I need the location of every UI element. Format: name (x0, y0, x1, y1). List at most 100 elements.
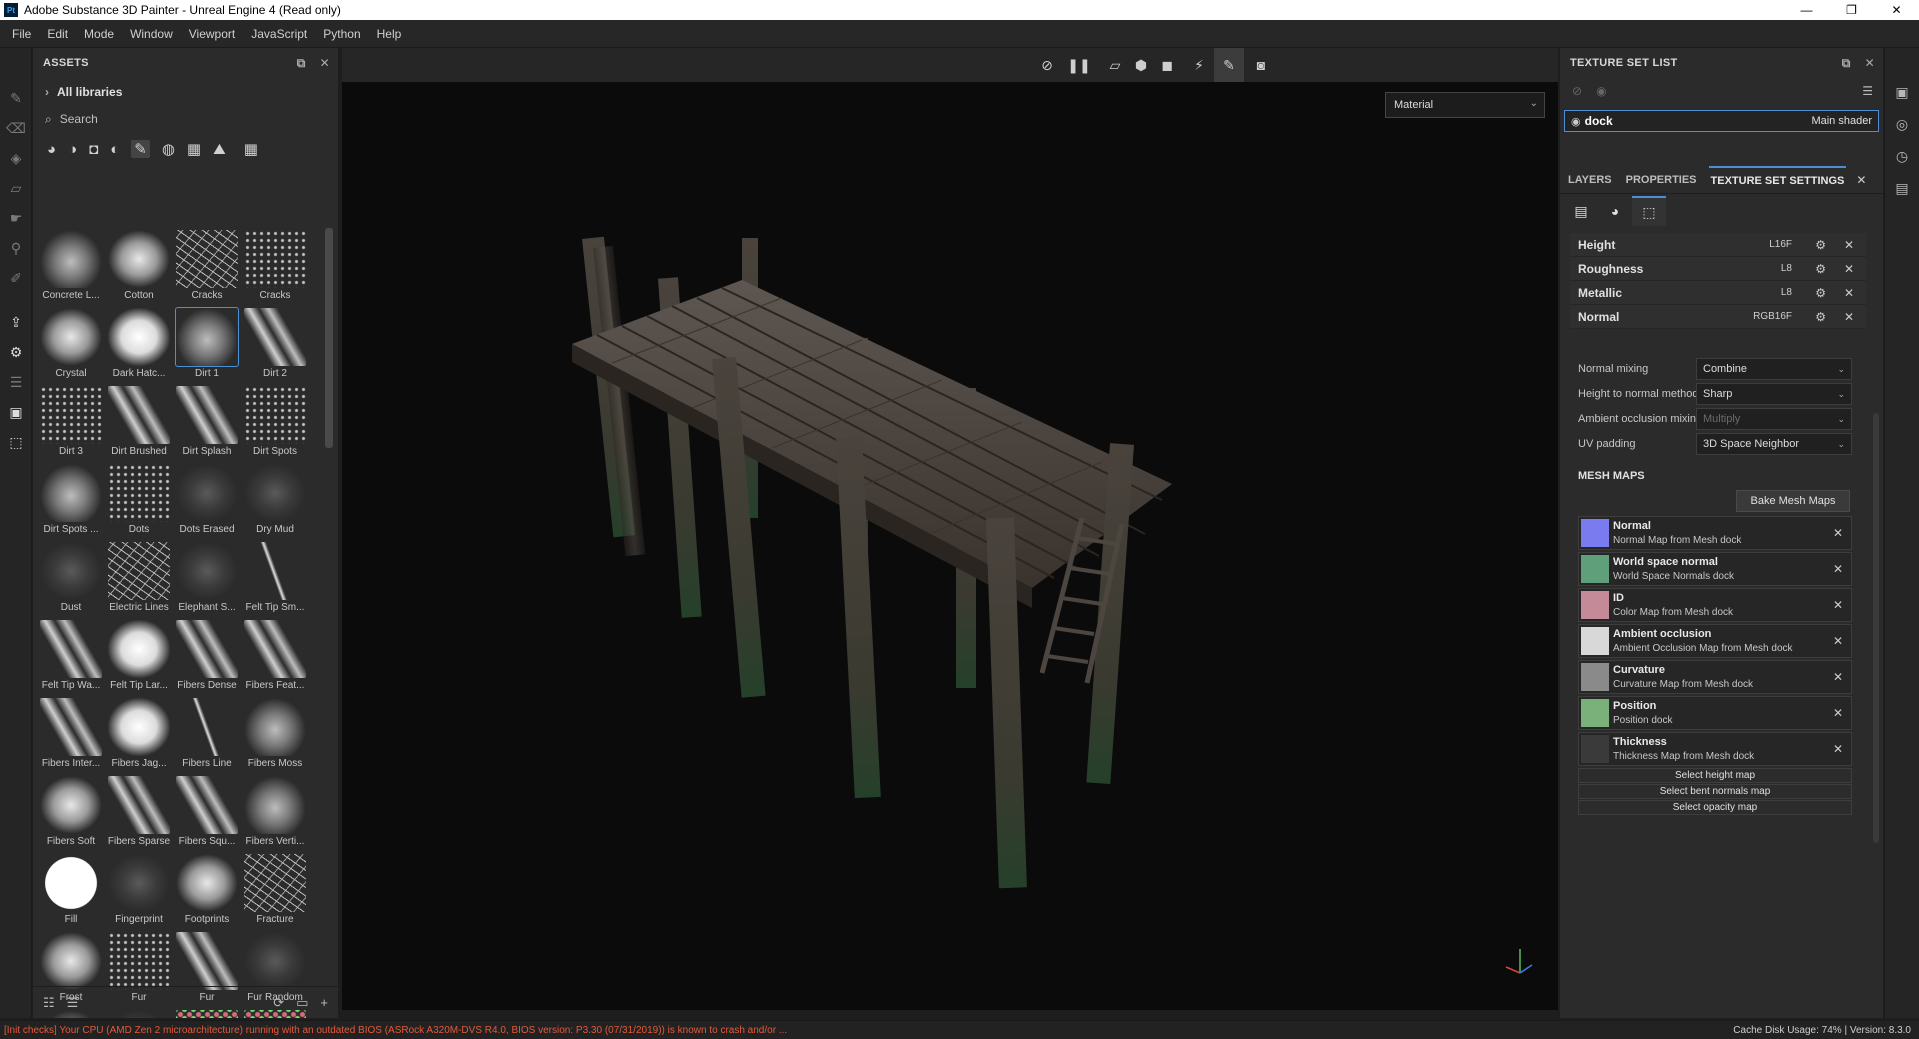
asset-item[interactable]: Dust (37, 540, 105, 618)
uv-padding-select[interactable]: 3D Space Neighbor ⌄ (1696, 433, 1852, 455)
paint-mode-icon[interactable]: ✎ (1214, 48, 1244, 82)
minimize-button[interactable]: — (1784, 0, 1829, 20)
history-icon[interactable]: ◷ (1885, 140, 1919, 172)
filter-list-icon[interactable]: ☷ (43, 995, 55, 1011)
tab-layers[interactable]: LAYERS (1566, 166, 1614, 194)
select-height-map-button[interactable]: Select height map (1578, 768, 1852, 783)
menu-python[interactable]: Python (315, 27, 368, 41)
asset-item[interactable]: Fibers Inter... (37, 696, 105, 774)
folder-icon[interactable]: ▭ (296, 995, 308, 1011)
color-picker-icon[interactable]: ✐ (0, 263, 32, 293)
channel-format[interactable]: RGB16F (1753, 311, 1792, 322)
hide-overlay-icon[interactable]: ⊘ (1032, 48, 1062, 82)
menu-window[interactable]: Window (122, 27, 181, 41)
eye-icon[interactable]: ◉ (1596, 84, 1606, 98)
asset-item[interactable]: Dirt 3 (37, 384, 105, 462)
asset-item[interactable]: Fibers Feat... (241, 618, 309, 696)
height-to-normal-select[interactable]: Sharp ⌄ (1696, 383, 1852, 405)
asset-item[interactable]: Dirt Brushed (105, 384, 173, 462)
viewport-mode-select[interactable]: Material ⌄ (1385, 92, 1545, 118)
asset-item[interactable]: Dirt Spots ... (37, 462, 105, 540)
channel-row[interactable]: Height L16F ⚙ ✕ (1570, 233, 1866, 257)
settings-scrollbar[interactable] (1873, 413, 1879, 843)
asset-item[interactable]: Electric Lines (105, 540, 173, 618)
eraser-icon[interactable]: ⌫ (0, 113, 32, 143)
select-bent-normals-map-button[interactable]: Select bent normals map (1578, 784, 1852, 799)
menu-viewport[interactable]: Viewport (181, 27, 243, 41)
gear-icon[interactable]: ⚙ (1815, 238, 1826, 252)
camera-icon[interactable]: ◼ (1152, 48, 1182, 82)
texture-set-row[interactable]: ◉ dock Main shader (1564, 110, 1879, 132)
menu-mode[interactable]: Mode (76, 27, 122, 41)
export-icon[interactable]: ⇪ (0, 307, 32, 337)
undock-icon[interactable]: ⧉ (1842, 56, 1851, 71)
mesh-map-row[interactable]: World space normal World Space Normals do… (1578, 552, 1852, 586)
smudge-icon[interactable]: ☛ (0, 203, 32, 233)
mesh-map-source[interactable]: Normal Map from Mesh dock (1613, 535, 1741, 546)
texture-set-subtab-icon[interactable]: ▤ (1564, 196, 1598, 226)
remove-icon[interactable]: ✕ (1833, 706, 1843, 720)
mesh-map-row[interactable]: Curvature Curvature Map from Mesh dock ✕ (1578, 660, 1852, 694)
asset-item[interactable]: Fracture (241, 852, 309, 930)
asset-item[interactable]: Fibers Line (173, 696, 241, 774)
mesh-map-row[interactable]: Ambient occlusion Ambient Occlusion Map f… (1578, 624, 1852, 658)
tab-properties[interactable]: PROPERTIES (1624, 166, 1699, 194)
asset-item[interactable]: Dry Mud (241, 462, 309, 540)
mesh-map-row[interactable]: Normal Normal Map from Mesh dock ✕ (1578, 516, 1852, 550)
mesh-map-source[interactable]: Position dock (1613, 715, 1672, 726)
paint-brush-icon[interactable]: ✎ (0, 83, 32, 113)
close-panel-icon[interactable]: ✕ (320, 56, 330, 70)
remove-icon[interactable]: ✕ (1833, 634, 1843, 648)
mesh-subtab-icon[interactable]: ⬚ (1632, 196, 1666, 226)
asset-item[interactable]: Footprints (173, 852, 241, 930)
asset-item[interactable]: Dirt 2 (241, 306, 309, 384)
remove-icon[interactable]: ✕ (1833, 670, 1843, 684)
display-settings-icon[interactable]: ◎ (1885, 108, 1919, 140)
screenshot-icon[interactable]: ◙ (1246, 48, 1276, 82)
mesh-map-source[interactable]: Curvature Map from Mesh dock (1613, 679, 1753, 690)
asset-item[interactable]: Fingerprint (105, 852, 173, 930)
menu-help[interactable]: Help (369, 27, 410, 41)
materials-filter-icon[interactable]: ◕ (47, 141, 56, 158)
masks-filter-icon[interactable]: ◘ (89, 141, 98, 158)
asset-item[interactable]: Fibers Soft (37, 774, 105, 852)
menu-javascript[interactable]: JavaScript (243, 27, 315, 41)
gear-icon[interactable]: ⚙ (1815, 286, 1826, 300)
asset-item[interactable]: Elephant S... (173, 540, 241, 618)
remove-icon[interactable]: ✕ (1833, 526, 1843, 540)
select-opacity-map-button[interactable]: Select opacity map (1578, 800, 1852, 815)
grid-view-icon[interactable]: ▦ (244, 140, 258, 158)
clone-stamp-icon[interactable]: ⚲ (0, 233, 32, 263)
close-tab-icon[interactable]: ✕ (1856, 173, 1866, 187)
shelf-icon[interactable]: ▣ (0, 397, 32, 427)
asset-item[interactable]: Fill (37, 852, 105, 930)
3d-viewport[interactable] (342, 48, 1558, 1010)
polygon-fill-icon[interactable]: ▱ (0, 173, 32, 203)
symmetry-icon[interactable]: ⚡ (1184, 48, 1214, 82)
asset-item[interactable]: Felt Tip Sm... (241, 540, 309, 618)
list-view-icon[interactable]: ☰ (67, 995, 79, 1011)
asset-item[interactable]: Fibers Sparse (105, 774, 173, 852)
asset-item[interactable]: Cracks (241, 228, 309, 306)
status-error-message[interactable]: [Init checks] Your CPU (AMD Zen 2 microa… (0, 1025, 787, 1036)
channel-format[interactable]: L8 (1781, 287, 1792, 298)
texture-set-list-icon[interactable]: ▣ (1885, 76, 1919, 108)
generators-filter-icon[interactable]: ◐ (110, 141, 119, 158)
hide-icon[interactable]: ⊘ (1572, 84, 1582, 98)
mesh-map-source[interactable]: Color Map from Mesh dock (1613, 607, 1733, 618)
bake-mesh-maps-button[interactable]: Bake Mesh Maps (1736, 490, 1850, 512)
undock-icon[interactable]: ⧉ (297, 56, 306, 71)
asset-item[interactable]: Dirt Splash (173, 384, 241, 462)
mesh-map-row[interactable]: Position Position dock ✕ (1578, 696, 1852, 730)
refresh-icon[interactable]: ⟳ (273, 995, 284, 1011)
remove-icon[interactable]: ✕ (1833, 598, 1843, 612)
remove-icon[interactable]: ✕ (1844, 262, 1854, 276)
menu-edit[interactable]: Edit (39, 27, 76, 41)
menu-file[interactable]: File (4, 27, 39, 41)
add-icon[interactable]: + (320, 995, 328, 1010)
mesh-map-source[interactable]: World Space Normals dock (1613, 571, 1734, 582)
asset-item[interactable]: Fibers Verti... (241, 774, 309, 852)
channel-format[interactable]: L16F (1769, 239, 1792, 250)
asset-item[interactable]: Crystal (37, 306, 105, 384)
projection-icon[interactable]: ◈ (0, 143, 32, 173)
